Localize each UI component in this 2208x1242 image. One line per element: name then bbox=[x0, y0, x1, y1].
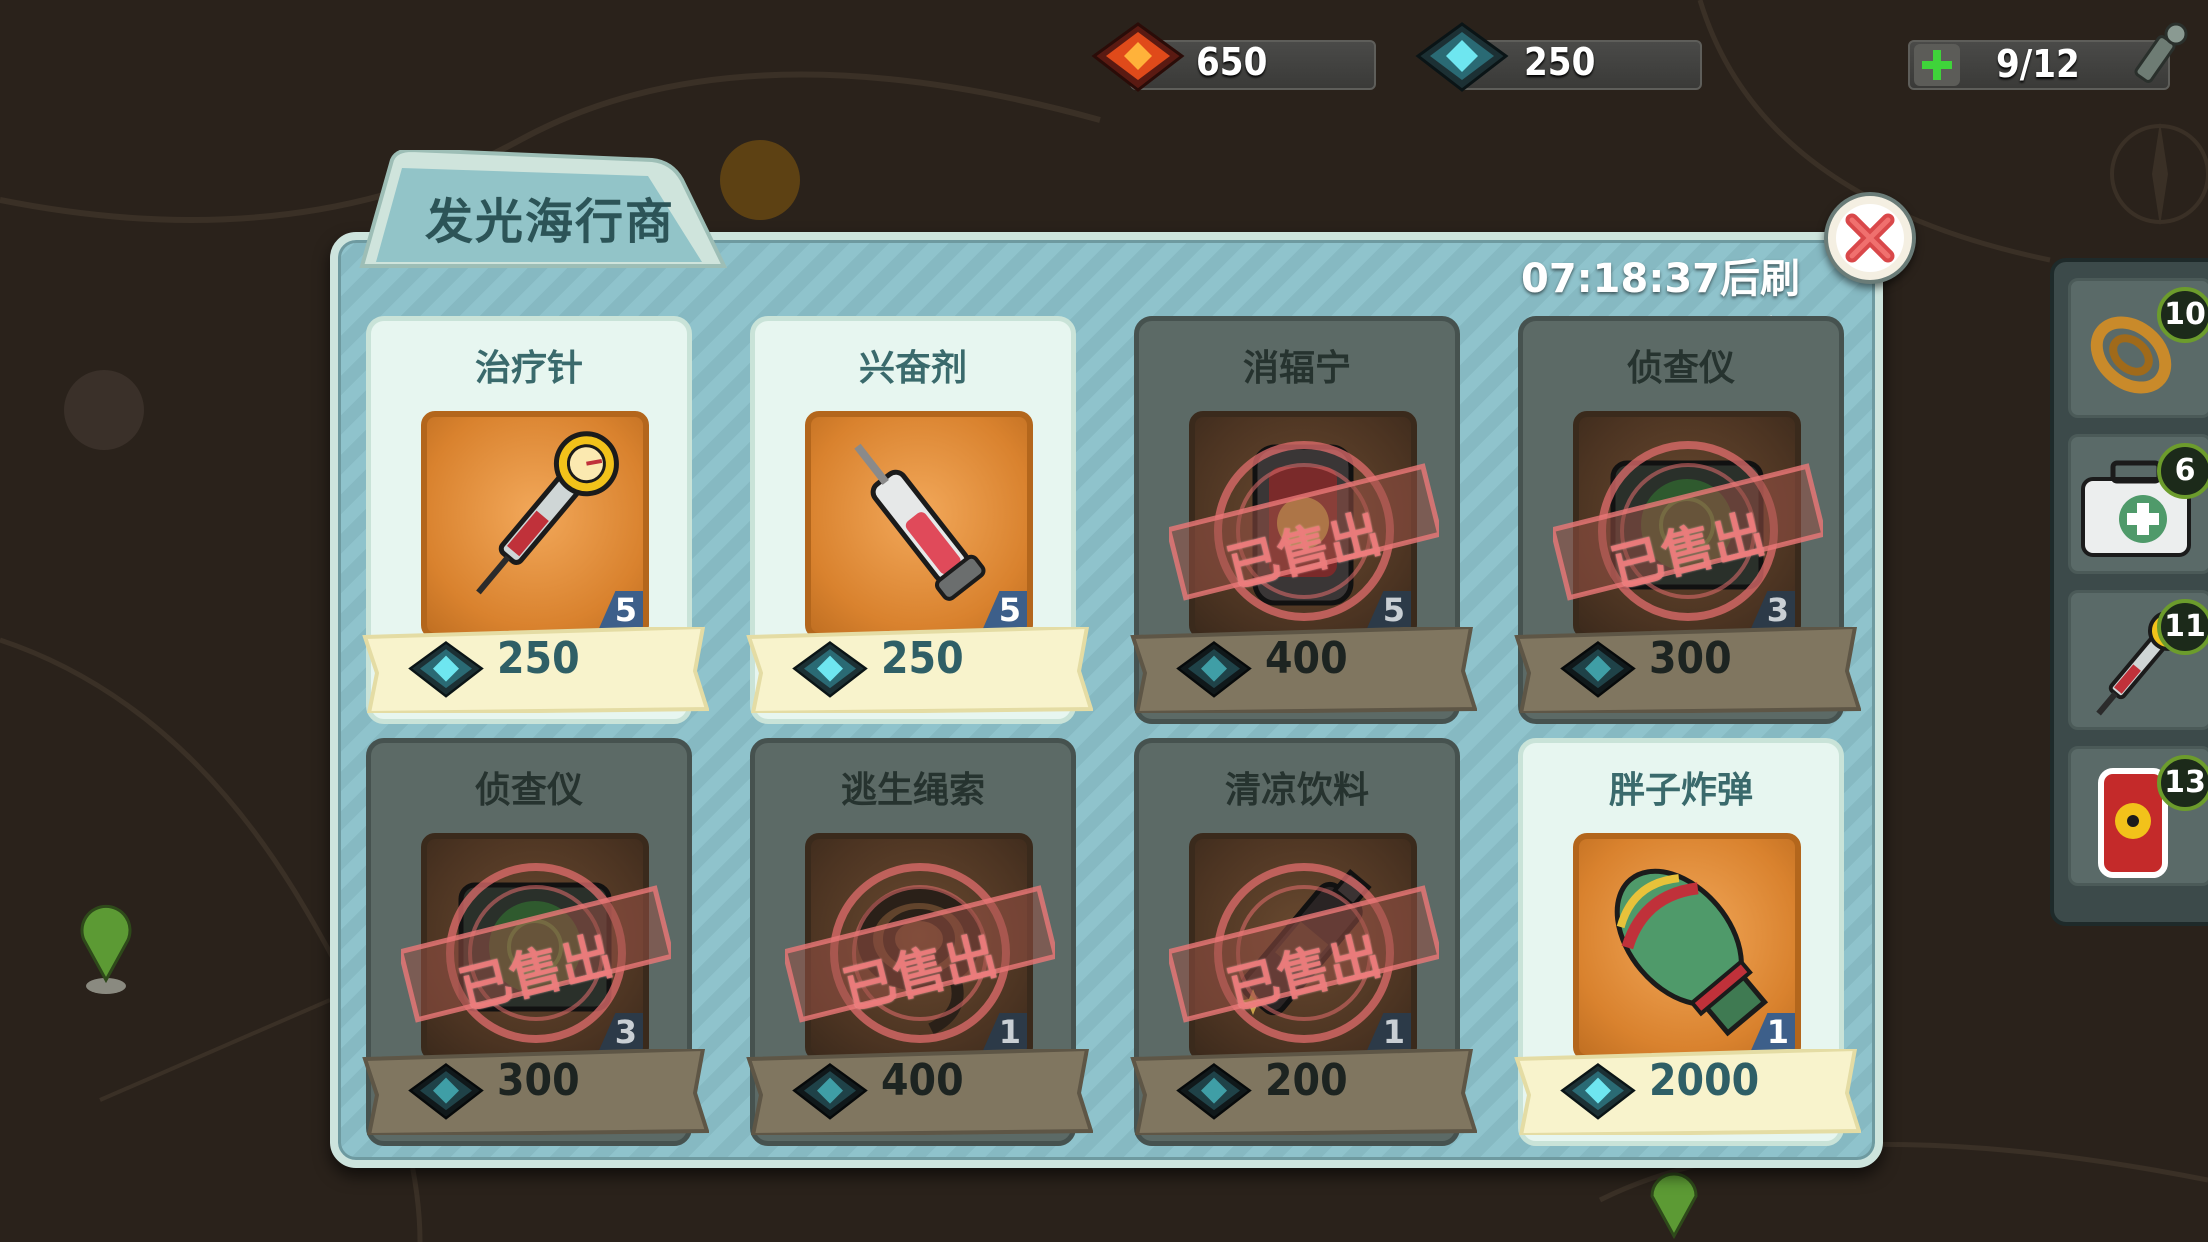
close-button[interactable] bbox=[1824, 192, 1916, 284]
item-price: 400 bbox=[881, 1055, 964, 1106]
shop-item-card[interactable]: 清凉饮料 1 已售出 200 bbox=[1130, 738, 1477, 1146]
blue-chip-icon bbox=[1176, 1063, 1252, 1120]
blue-chip-icon bbox=[1560, 1063, 1636, 1120]
shop-item-card[interactable]: 侦查仪 3 已售出 300 bbox=[362, 738, 709, 1146]
blue-chip-icon bbox=[792, 1063, 868, 1120]
item-name: 逃生绳索 bbox=[840, 770, 985, 811]
item-icon-frame: 1 bbox=[1573, 833, 1801, 1061]
shop-item-card[interactable]: 兴奋剂 5 250 bbox=[746, 316, 1093, 724]
shop-item-card[interactable]: 侦查仪 3 已售出 300 bbox=[1514, 316, 1861, 724]
item-name: 治疗针 bbox=[474, 348, 583, 389]
blue-chip-icon bbox=[408, 1063, 484, 1120]
blue-chip-icon bbox=[792, 641, 868, 698]
inventory-slot-medkit[interactable]: 6 bbox=[2068, 434, 2208, 574]
plus-icon bbox=[1922, 50, 1952, 80]
item-name: 消辐宁 bbox=[1242, 348, 1351, 389]
blue-chip-icon bbox=[1415, 22, 1509, 92]
compass-icon bbox=[2110, 122, 2208, 226]
item-name: 侦查仪 bbox=[1626, 348, 1735, 389]
chips-value: 250 bbox=[1524, 40, 1596, 84]
blue-chip-icon bbox=[1560, 641, 1636, 698]
item-price: 400 bbox=[1265, 633, 1348, 684]
inventory-slot-radaway[interactable]: 13 bbox=[2068, 746, 2208, 886]
item-price: 300 bbox=[497, 1055, 580, 1106]
item-count-badge: 13 bbox=[2157, 755, 2208, 811]
caps-value: 650 bbox=[1196, 40, 1268, 84]
item-name: 胖子炸弹 bbox=[1608, 770, 1753, 811]
add-action-points-button[interactable] bbox=[1914, 44, 1960, 86]
mini-nuke-icon bbox=[1614, 868, 1769, 1037]
item-price: 250 bbox=[497, 633, 580, 684]
item-name: 兴奋剂 bbox=[858, 348, 967, 389]
blue-chip-icon bbox=[1176, 641, 1252, 698]
blue-chip-icon bbox=[408, 641, 484, 698]
shop-item-card[interactable]: 逃生绳索 1 已售出 400 bbox=[746, 738, 1093, 1146]
item-price: 250 bbox=[881, 633, 964, 684]
psycho-syringe-icon bbox=[854, 443, 986, 601]
item-icon-frame: 5 bbox=[421, 411, 649, 639]
quick-inventory-panel: 10 6 11 13 bbox=[2050, 258, 2208, 926]
item-count-badge: 11 bbox=[2157, 599, 2208, 655]
action-points-value: 9/12 bbox=[1996, 42, 2080, 86]
inventory-slot-stimpak[interactable]: 11 bbox=[2068, 590, 2208, 730]
shop-item-card[interactable]: 消辐宁 5 已售出 400 bbox=[1130, 316, 1477, 724]
item-price: 2000 bbox=[1649, 1055, 1760, 1106]
item-count-badge: 10 bbox=[2157, 287, 2208, 343]
map-location-pin-icon[interactable] bbox=[1644, 1166, 1704, 1242]
item-price: 200 bbox=[1265, 1055, 1348, 1106]
red-chip-icon bbox=[1091, 22, 1185, 92]
item-name: 清凉饮料 bbox=[1224, 770, 1369, 811]
item-price: 300 bbox=[1649, 633, 1732, 684]
inventory-slot-rope[interactable]: 10 bbox=[2068, 278, 2208, 418]
item-count-badge: 6 bbox=[2157, 443, 2208, 499]
item-icon-frame: 5 bbox=[805, 411, 1033, 639]
shop-item-card[interactable]: 胖子炸弹 1 2000 bbox=[1514, 738, 1861, 1146]
syringe-meter-icon bbox=[2134, 22, 2188, 83]
map-location-pin-icon[interactable] bbox=[74, 900, 138, 1000]
shop-item-card[interactable]: 治疗针 5 250 bbox=[362, 316, 709, 724]
stimpak-icon bbox=[476, 431, 619, 595]
trader-title: 发光海行商 bbox=[424, 194, 675, 250]
close-icon bbox=[1836, 204, 1904, 272]
item-name: 侦查仪 bbox=[474, 770, 583, 811]
